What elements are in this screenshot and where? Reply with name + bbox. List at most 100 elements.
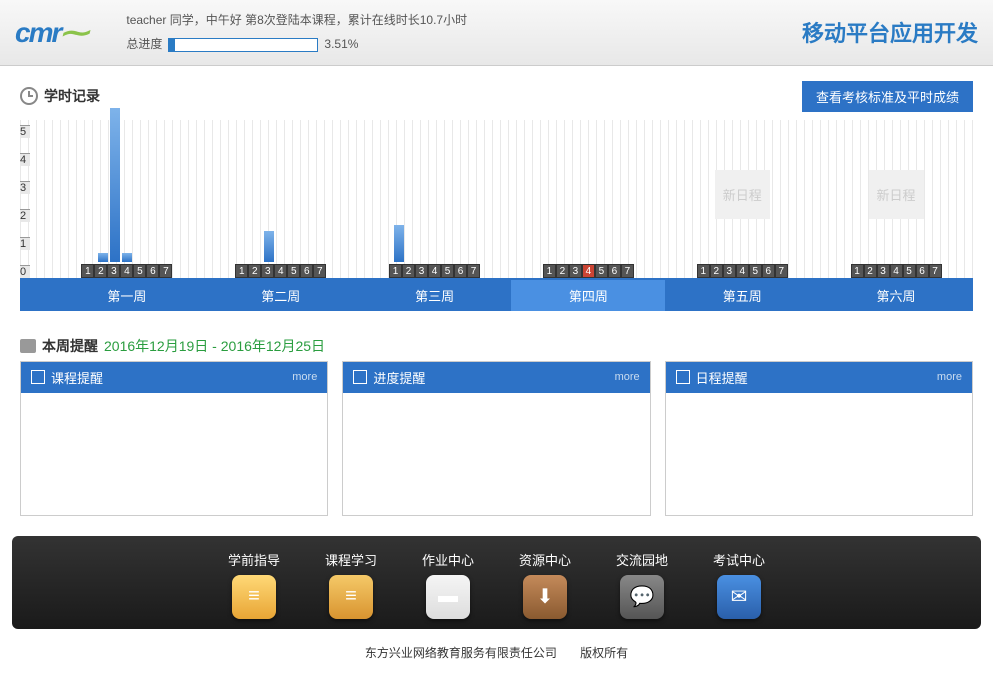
day-label[interactable]: 7	[929, 264, 942, 278]
day-label[interactable]: 6	[146, 264, 159, 278]
day-label[interactable]: 1	[697, 264, 710, 278]
day-label[interactable]: 5	[749, 264, 762, 278]
reminder-card: 进度提醒 more	[342, 361, 650, 516]
day-label[interactable]: 3	[877, 264, 890, 278]
header: cmr⁓ teacher 同学，中午好 第8次登陆本课程，累计在线时长10.7小…	[0, 0, 993, 66]
card-icon	[676, 370, 690, 384]
day-labels: 1234567	[235, 264, 326, 278]
card-icon	[353, 370, 367, 384]
header-info: teacher 同学，中午好 第8次登陆本课程，累计在线时长10.7小时 总进度…	[126, 10, 802, 55]
day-label[interactable]: 4	[120, 264, 133, 278]
day-label[interactable]: 7	[621, 264, 634, 278]
day-label[interactable]: 7	[467, 264, 480, 278]
day-label[interactable]: 2	[710, 264, 723, 278]
day-label[interactable]: 4	[736, 264, 749, 278]
week-group: 1234567	[50, 120, 204, 278]
day-label[interactable]: 5	[441, 264, 454, 278]
day-label[interactable]: 1	[851, 264, 864, 278]
week-group: 1234567	[511, 120, 665, 278]
day-label[interactable]: 2	[402, 264, 415, 278]
week-tab[interactable]: 第五周	[665, 280, 819, 311]
week-tabs: 第一周第二周第三周第四周第五周第六周	[20, 280, 973, 311]
card-header: 课程提醒 more	[21, 362, 327, 393]
day-label[interactable]: 2	[248, 264, 261, 278]
bars	[240, 122, 322, 262]
y-tick: 0	[20, 265, 30, 278]
y-tick: 3	[20, 181, 30, 194]
day-label[interactable]: 6	[300, 264, 313, 278]
speech-icon	[20, 339, 36, 353]
nav-item[interactable]: 资源中心 ⬇	[519, 550, 571, 619]
greeting-text: teacher 同学，中午好 第8次登陆本课程，累计在线时长10.7小时	[126, 10, 802, 30]
day-labels: 1234567	[851, 264, 942, 278]
card-icon	[31, 370, 45, 384]
reminder-dates: 2016年12月19日 - 2016年12月25日	[104, 336, 325, 356]
bar	[122, 253, 132, 261]
day-label[interactable]: 2	[94, 264, 107, 278]
day-label[interactable]: 7	[159, 264, 172, 278]
new-schedule-placeholder[interactable]: 新日程	[715, 170, 770, 219]
nav-icon: ≡	[329, 575, 373, 619]
day-label[interactable]: 3	[415, 264, 428, 278]
nav-item[interactable]: 作业中心 ▬	[422, 550, 474, 619]
y-tick: 4	[20, 153, 30, 166]
day-label[interactable]: 6	[916, 264, 929, 278]
day-labels: 1234567	[81, 264, 172, 278]
day-label[interactable]: 6	[608, 264, 621, 278]
day-label[interactable]: 1	[235, 264, 248, 278]
day-label[interactable]: 6	[762, 264, 775, 278]
nav-icon: ▬	[426, 575, 470, 619]
day-label[interactable]: 4	[274, 264, 287, 278]
day-label[interactable]: 2	[864, 264, 877, 278]
day-label[interactable]: 3	[107, 264, 120, 278]
week-tab[interactable]: 第二周	[204, 280, 358, 311]
nav-label: 交流园地	[616, 550, 668, 569]
nav-icon: ✉	[717, 575, 761, 619]
card-title: 课程提醒	[51, 368, 103, 387]
card-header: 日程提醒 more	[666, 362, 972, 393]
new-schedule-placeholder[interactable]: 新日程	[869, 170, 924, 219]
day-label[interactable]: 2	[556, 264, 569, 278]
y-tick: 5	[20, 125, 30, 138]
reminder-header: 本周提醒 2016年12月19日 - 2016年12月25日	[0, 326, 993, 361]
day-label[interactable]: 5	[595, 264, 608, 278]
day-label[interactable]: 1	[543, 264, 556, 278]
day-label[interactable]: 3	[261, 264, 274, 278]
week-tab[interactable]: 第六周	[819, 280, 973, 311]
day-label[interactable]: 1	[389, 264, 402, 278]
day-label[interactable]: 5	[133, 264, 146, 278]
week-tab[interactable]: 第一周	[50, 280, 204, 311]
week-group: 1234567	[204, 120, 358, 278]
week-group: 1234567	[358, 120, 512, 278]
chart-title-wrap: 学时记录	[20, 86, 100, 106]
day-label[interactable]: 4	[582, 264, 595, 278]
day-label[interactable]: 5	[287, 264, 300, 278]
day-labels: 1234567	[389, 264, 480, 278]
day-label[interactable]: 3	[723, 264, 736, 278]
day-label[interactable]: 5	[903, 264, 916, 278]
nav-icon: ≡	[232, 575, 276, 619]
card-header-left: 日程提醒	[676, 368, 748, 387]
week-tab[interactable]: 第三周	[358, 280, 512, 311]
nav-item[interactable]: 学前指导 ≡	[228, 550, 280, 619]
day-label[interactable]: 1	[81, 264, 94, 278]
nav-item[interactable]: 交流园地 💬	[616, 550, 668, 619]
card-more-link[interactable]: more	[937, 371, 962, 383]
day-label[interactable]: 4	[890, 264, 903, 278]
day-label[interactable]: 7	[313, 264, 326, 278]
view-grades-button[interactable]: 查看考核标准及平时成绩	[802, 81, 973, 112]
card-more-link[interactable]: more	[292, 371, 317, 383]
reminder-card: 课程提醒 more	[20, 361, 328, 516]
day-label[interactable]: 7	[775, 264, 788, 278]
card-more-link[interactable]: more	[615, 371, 640, 383]
day-label[interactable]: 6	[454, 264, 467, 278]
day-label[interactable]: 4	[428, 264, 441, 278]
week-tab[interactable]: 第四周	[511, 280, 665, 311]
nav-item[interactable]: 考试中心 ✉	[713, 550, 765, 619]
card-header: 进度提醒 more	[343, 362, 649, 393]
day-label[interactable]: 3	[569, 264, 582, 278]
bar	[264, 231, 274, 262]
chart-header: 学时记录 查看考核标准及平时成绩	[20, 81, 973, 112]
nav-item[interactable]: 课程学习 ≡	[325, 550, 377, 619]
nav-icon: ⬇	[523, 575, 567, 619]
